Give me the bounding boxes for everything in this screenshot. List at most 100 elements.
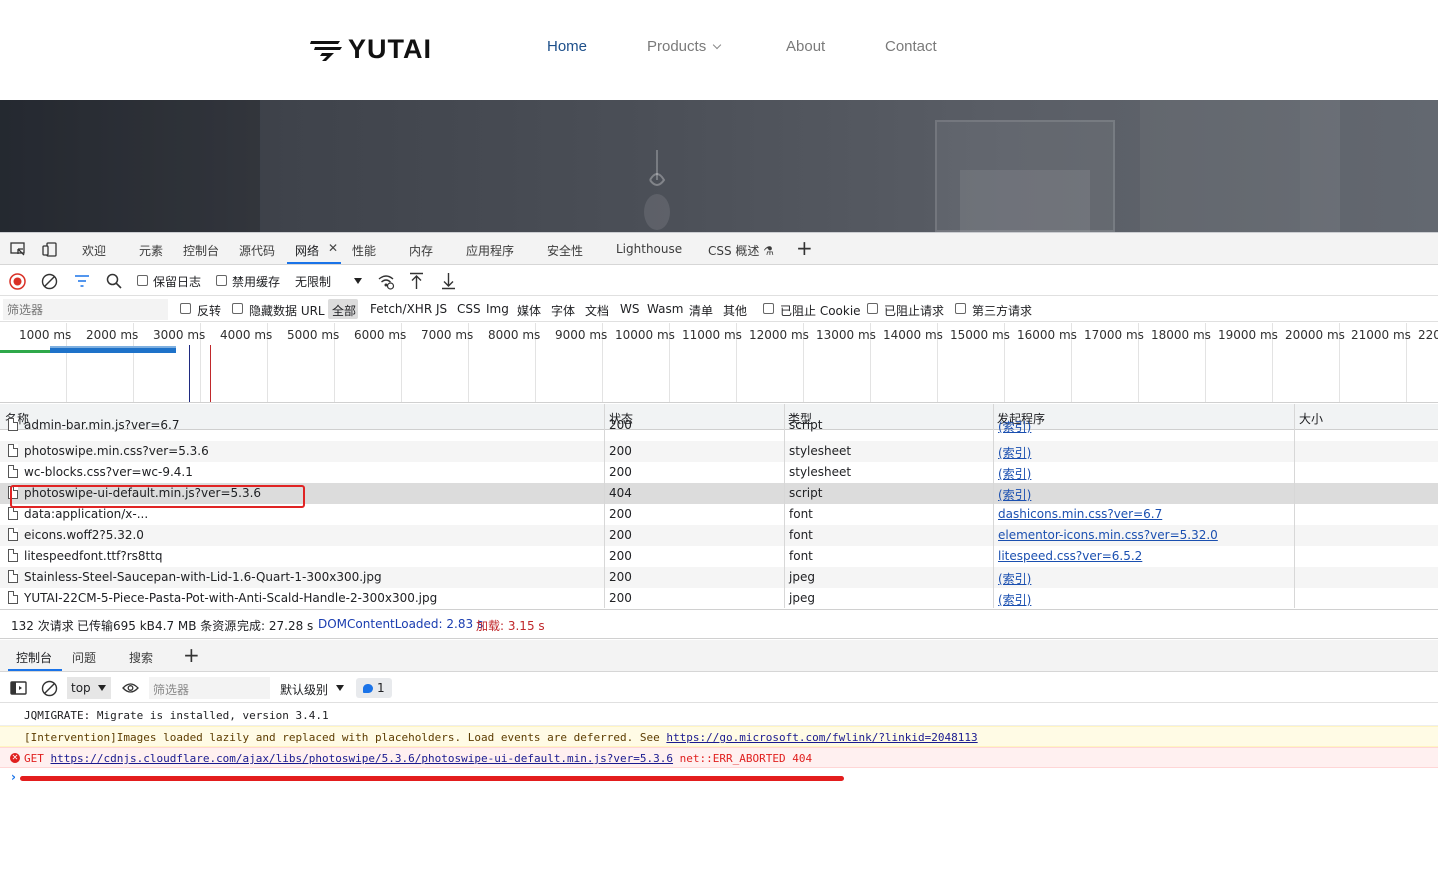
request-initiator-link[interactable]: (索引)	[998, 486, 1031, 503]
throttling-select[interactable]: 无限制	[291, 270, 335, 292]
error-url-link[interactable]: https://cdnjs.cloudflare.com/ajax/libs/p…	[51, 752, 674, 765]
timeline-tick-label: 18000 ms	[1151, 328, 1211, 342]
hide-data-urls-checkbox[interactable]	[232, 303, 243, 314]
nav-about[interactable]: About	[786, 38, 825, 55]
request-status: 200	[609, 528, 632, 542]
tab-css-overview[interactable]: CSS 概述 ⚗	[708, 242, 774, 259]
hide-data-urls-label: 隐藏数据 URL	[249, 304, 325, 318]
filter-type-js[interactable]: JS	[436, 302, 447, 316]
nav-home[interactable]: Home	[547, 38, 587, 55]
import-har-upload-icon[interactable]	[409, 272, 424, 290]
network-conditions-wifi-icon[interactable]	[377, 273, 395, 290]
request-initiator-link[interactable]: (索引)	[998, 570, 1031, 587]
search-icon[interactable]	[106, 273, 122, 289]
tab-security[interactable]: 安全性	[547, 242, 583, 259]
filter-type-all[interactable]: 全部	[332, 302, 356, 319]
log-levels-dropdown[interactable]: 默认级别	[280, 681, 328, 698]
request-initiator-link[interactable]: elementor-icons.min.css?ver=5.32.0	[998, 528, 1218, 542]
filter-type-ws[interactable]: WS	[620, 302, 639, 316]
column-divider[interactable]	[1294, 404, 1295, 608]
clear-icon[interactable]	[41, 273, 58, 290]
console-prompt-chevron-icon[interactable]: ›	[11, 770, 16, 784]
table-row[interactable]: Stainless-Steel-Saucepan-with-Lid-1.6-Qu…	[0, 567, 1438, 588]
filter-type-font[interactable]: 字体	[551, 302, 575, 319]
filter-type-fetch-xhr[interactable]: Fetch/XHR	[370, 302, 432, 316]
table-row[interactable]: YUTAI-22CM-5-Piece-Pasta-Pot-with-Anti-S…	[0, 588, 1438, 608]
tab-elements[interactable]: 元素	[139, 242, 163, 259]
request-initiator-link[interactable]: (索引)	[998, 465, 1031, 482]
show-sidebar-icon[interactable]	[10, 681, 27, 695]
record-stop-icon[interactable]	[9, 273, 26, 290]
file-icon	[8, 570, 18, 583]
live-expression-eye-icon[interactable]	[122, 682, 139, 694]
timeline-tick-label: 17000 ms	[1084, 328, 1144, 342]
blocked-requests-checkbox[interactable]	[867, 303, 878, 314]
nav-contact[interactable]: Contact	[885, 38, 937, 55]
request-initiator-link[interactable]: (索引)	[998, 444, 1031, 461]
column-divider[interactable]	[993, 404, 994, 608]
timeline-tick-label: 10000 ms	[615, 328, 675, 342]
disable-cache-checkbox[interactable]	[216, 275, 227, 286]
drawer-tab-console[interactable]: 控制台	[16, 649, 52, 666]
tab-console[interactable]: 控制台	[183, 242, 219, 259]
filter-type-img[interactable]: Img	[486, 302, 509, 316]
network-overview-timeline[interactable]: 1000 ms 2000 ms 3000 ms 4000 ms 5000 ms …	[0, 323, 1438, 403]
request-initiator-link[interactable]: dashicons.min.css?ver=6.7	[998, 507, 1162, 521]
tab-application[interactable]: 应用程序	[466, 242, 514, 259]
drawer-add-tab-plus-icon[interactable]: +	[183, 645, 200, 665]
issues-badge[interactable]: 1	[356, 678, 392, 698]
column-divider[interactable]	[604, 404, 605, 608]
table-row[interactable]: wc-blocks.css?ver=wc-9.4.1 200 styleshee…	[0, 462, 1438, 483]
site-logo[interactable]: YUTAI	[310, 34, 432, 64]
filter-type-media[interactable]: 媒体	[517, 302, 541, 319]
context-selector[interactable]: top	[67, 677, 111, 699]
filter-type-other[interactable]: 其他	[723, 302, 747, 319]
tab-network[interactable]: 网络	[295, 242, 319, 259]
log-levels-dropdown-icon[interactable]	[336, 685, 344, 691]
tab-memory[interactable]: 内存	[409, 242, 433, 259]
device-toolbar-icon[interactable]	[42, 242, 58, 257]
console-message-warning: [Intervention]Images loaded lazily and r…	[0, 726, 1438, 747]
console-message-text: [Intervention]Images loaded lazily and r…	[24, 731, 978, 744]
column-divider[interactable]	[784, 404, 785, 608]
blocked-cookies-checkbox[interactable]	[763, 303, 774, 314]
clear-console-icon[interactable]	[41, 680, 58, 697]
tab-welcome[interactable]: 欢迎	[82, 242, 106, 259]
close-tab-icon[interactable]: ✕	[328, 241, 338, 255]
request-initiator-link[interactable]: (索引)	[998, 591, 1031, 608]
table-row[interactable]: eicons.woff2?5.32.0 200 font elementor-i…	[0, 525, 1438, 546]
logo-wordmark: YUTAI	[348, 33, 432, 64]
console-filter-input[interactable]: 筛选器	[149, 677, 270, 699]
filter-type-doc[interactable]: 文档	[585, 302, 609, 319]
request-initiator-link[interactable]: litespeed.css?ver=6.5.2	[998, 549, 1142, 563]
filter-type-manifest[interactable]: 清单	[689, 302, 713, 319]
context-selector-value: top	[71, 681, 91, 695]
drawer-tab-issues[interactable]: 问题	[72, 649, 96, 666]
warning-help-link[interactable]: https://go.microsoft.com/fwlink/?linkid=…	[666, 731, 977, 744]
invert-checkbox[interactable]	[180, 303, 191, 314]
inspect-element-icon[interactable]	[10, 242, 26, 257]
export-har-download-icon[interactable]	[441, 272, 456, 290]
summary-dom-content-loaded: DOMContentLoaded: 2.83 s	[318, 617, 484, 631]
tab-sources[interactable]: 源代码	[239, 242, 275, 259]
more-tools-plus-icon[interactable]: +	[796, 238, 813, 258]
table-row[interactable]: litespeedfont.ttf?rs8ttq 200 font litesp…	[0, 546, 1438, 567]
third-party-label: 第三方请求	[972, 304, 1033, 318]
request-name: litespeedfont.ttf?rs8ttq	[24, 549, 163, 563]
tab-lighthouse[interactable]: Lighthouse	[616, 242, 682, 256]
request-status: 200	[609, 570, 632, 584]
third-party-checkbox[interactable]	[955, 303, 966, 314]
table-row[interactable]: photoswipe.min.css?ver=5.3.6 200 stylesh…	[0, 441, 1438, 462]
timeline-tick-label: 7000 ms	[421, 328, 474, 342]
summary-load: 加载: 3.15 s	[476, 619, 545, 633]
site-header: YUTAI Home Products About Contact	[0, 0, 1438, 100]
preserve-log-checkbox[interactable]	[137, 275, 148, 286]
filter-type-wasm[interactable]: Wasm	[647, 302, 683, 316]
throttling-dropdown-icon[interactable]	[354, 278, 362, 284]
nav-products[interactable]: Products	[647, 38, 722, 55]
drawer-tab-search[interactable]: 搜索	[129, 649, 153, 666]
network-filter-input[interactable]	[3, 299, 168, 320]
filter-type-css[interactable]: CSS	[457, 302, 481, 316]
filter-icon[interactable]	[74, 274, 90, 288]
tab-performance[interactable]: 性能	[352, 242, 376, 259]
